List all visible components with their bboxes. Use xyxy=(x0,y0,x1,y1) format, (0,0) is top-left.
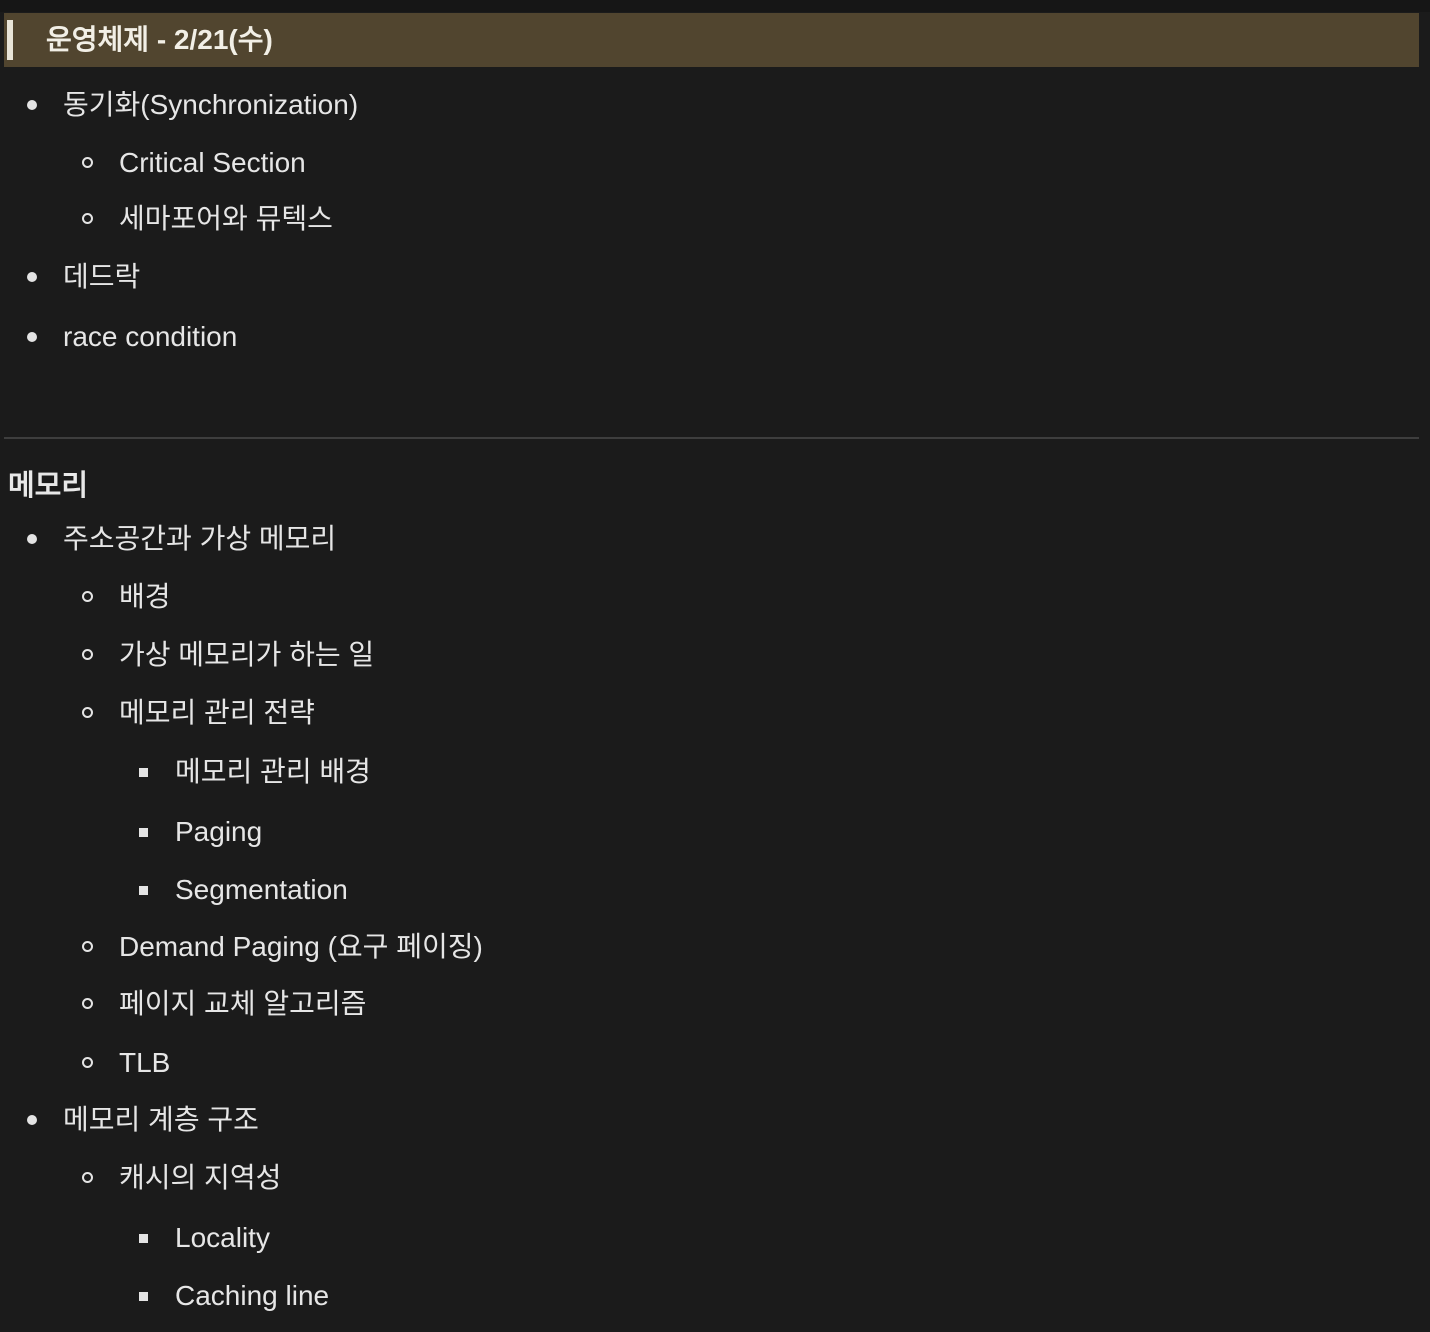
list-item-text: 주소공간과 가상 메모리 xyxy=(63,523,337,554)
list-item-text: 메모리 관리 전략 xyxy=(119,697,315,728)
bullet-circle-icon xyxy=(82,591,93,602)
bullet-disc-icon xyxy=(27,534,37,544)
bullet-disc-icon xyxy=(27,100,37,110)
list-item-text: Demand Paging (요구 페이징) xyxy=(119,931,483,962)
list-item-text: Critical Section xyxy=(119,147,306,178)
list-item-text: Locality xyxy=(175,1222,270,1253)
list-item-text: 세마포어와 뮤텍스 xyxy=(119,203,333,234)
bullet-disc-icon xyxy=(27,332,37,342)
list-item-text: Segmentation xyxy=(175,874,348,905)
list-item-text: 메모리 계층 구조 xyxy=(63,1104,259,1135)
list-item-text: race condition xyxy=(63,321,238,352)
bullet-circle-icon xyxy=(82,157,93,168)
bullet-square-icon xyxy=(139,1234,148,1243)
bullet-square-icon xyxy=(139,886,148,895)
list-item-text: 배경 xyxy=(119,581,171,612)
list-item-text: Caching line xyxy=(175,1280,330,1311)
list-item-text: TLB xyxy=(119,1047,171,1078)
bullet-circle-icon xyxy=(82,707,93,718)
callout-title: 운영체제 - 2/21(수) xyxy=(46,24,273,55)
list-item-text: 동기화(Synchronization) xyxy=(63,89,359,120)
bullet-circle-icon xyxy=(82,941,93,952)
callout-accent-bar xyxy=(7,20,13,60)
bullet-circle-icon xyxy=(82,1172,93,1183)
bullet-disc-icon xyxy=(27,1115,37,1125)
top-strip xyxy=(0,0,1430,12)
bullet-square-icon xyxy=(139,828,148,837)
list-item-text: Paging xyxy=(175,816,263,847)
list-item-text: 페이지 교체 알고리즘 xyxy=(119,988,367,1019)
list-item-text: 메모리 관리 배경 xyxy=(175,756,371,787)
section-heading: 메모리 xyxy=(8,470,89,502)
list-item-text: 가상 메모리가 하는 일 xyxy=(119,639,375,670)
list-item-text: 데드락 xyxy=(63,261,141,292)
bullet-circle-icon xyxy=(82,1057,93,1068)
horizontal-divider xyxy=(4,437,1419,439)
bullet-circle-icon xyxy=(82,649,93,660)
bullet-circle-icon xyxy=(82,998,93,1009)
bullet-square-icon xyxy=(139,1292,148,1301)
list-item-text: 캐시의 지역성 xyxy=(119,1162,282,1193)
callout-header[interactable]: 운영체제 - 2/21(수) xyxy=(4,13,1419,67)
bullet-disc-icon xyxy=(27,272,37,282)
bullet-square-icon xyxy=(139,768,148,777)
bullet-circle-icon xyxy=(82,213,93,224)
